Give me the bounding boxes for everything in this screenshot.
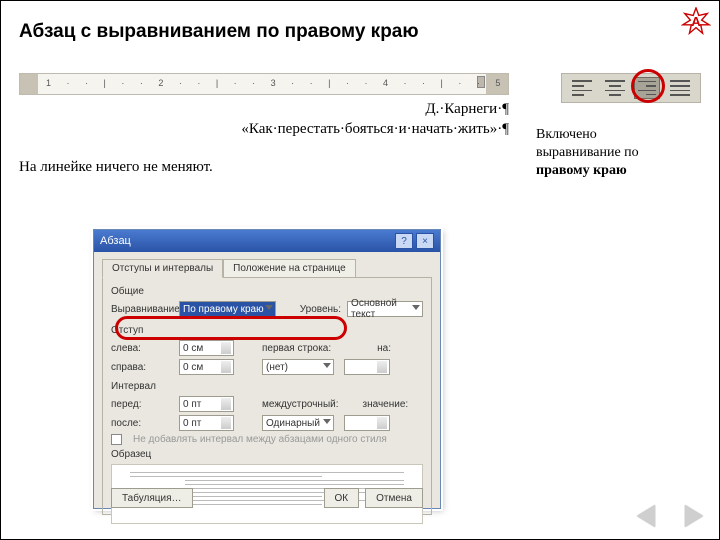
tabs-button[interactable]: Табуляция…: [111, 488, 193, 508]
nosame-checkbox[interactable]: [111, 434, 122, 445]
align-center-button[interactable]: [602, 77, 628, 99]
linespacing-combo[interactable]: Одинарный: [262, 415, 334, 431]
linespacing-at-spin[interactable]: [344, 415, 390, 431]
dialog-tabs: Отступы и интервалы Положение на страниц…: [94, 252, 440, 277]
indent-right-spin[interactable]: 0 см: [179, 359, 234, 375]
after-label: после:: [111, 418, 173, 429]
doc-line-2: «Как·перестать·бояться·и·начать·жить»·¶: [19, 119, 509, 139]
slide-nav: [637, 505, 703, 527]
ruler-caption: На линейке ничего не меняют.: [19, 159, 213, 176]
ok-button[interactable]: ОК: [324, 488, 360, 508]
group-general-label: Общие: [111, 286, 423, 297]
star-badge-icon: A: [681, 7, 711, 37]
ruler: 1 · · | · · 2 · · | · · 3 · · | · · 4 · …: [19, 73, 509, 95]
firstline-label: первая строка:: [262, 343, 331, 354]
group-indent-label: Отступ: [111, 325, 423, 336]
next-slide-button[interactable]: [685, 505, 703, 527]
alignment-toolbar: [561, 73, 701, 103]
align-justify-button[interactable]: [667, 77, 693, 99]
align-right-button[interactable]: [634, 77, 660, 99]
ruler-marks: 1 · · | · · 2 · · | · · 3 · · | · · 4 · …: [46, 78, 509, 88]
help-button[interactable]: ?: [395, 233, 413, 249]
toolbar-caption: Включено выравнивание по правому краю: [536, 126, 701, 180]
align-left-button[interactable]: [569, 77, 595, 99]
alignment-combo[interactable]: По правому краю: [179, 301, 276, 317]
indent-left-label: слева:: [111, 343, 173, 354]
cancel-button[interactable]: Отмена: [365, 488, 423, 508]
nosame-label: Не добавлять интервал между абзацами одн…: [133, 434, 387, 445]
dialog-titlebar: Абзац ? ×: [94, 230, 440, 252]
level-label: Уровень:: [300, 304, 341, 315]
dialog-title: Абзац: [100, 235, 131, 247]
before-label: перед:: [111, 399, 173, 410]
paragraph-dialog: Абзац ? × Отступы и интервалы Положение …: [93, 229, 441, 509]
linespacing-label: междустрочный:: [262, 399, 339, 410]
after-spin[interactable]: 0 пт: [179, 415, 234, 431]
close-button[interactable]: ×: [416, 233, 434, 249]
before-spin[interactable]: 0 пт: [179, 396, 234, 412]
doc-line-1: Д.·Карнеги·¶: [19, 99, 509, 119]
group-spacing-label: Интервал: [111, 381, 423, 392]
level-combo[interactable]: Основной текст: [347, 301, 423, 317]
dialog-panel: Общие Выравнивание: По правому краю Уров…: [102, 277, 432, 515]
linespacing-at-label: значение:: [363, 399, 409, 410]
indent-right-label: справа:: [111, 362, 173, 373]
document-sample: Д.·Карнеги·¶ «Как·перестать·бояться·и·на…: [19, 99, 509, 139]
alignment-label: Выравнивание:: [111, 304, 173, 315]
tab-position[interactable]: Положение на странице: [223, 259, 355, 278]
firstline-by-spin[interactable]: [344, 359, 390, 375]
tab-indents[interactable]: Отступы и интервалы: [102, 259, 223, 278]
page-title: Абзац с выравниванием по правому краю: [19, 21, 419, 43]
firstline-by-label: на:: [377, 343, 391, 354]
prev-slide-button[interactable]: [637, 505, 655, 527]
svg-text:A: A: [691, 14, 701, 29]
firstline-combo[interactable]: (нет): [262, 359, 334, 375]
group-preview-label: Образец: [111, 449, 423, 460]
indent-left-spin[interactable]: 0 см: [179, 340, 234, 356]
